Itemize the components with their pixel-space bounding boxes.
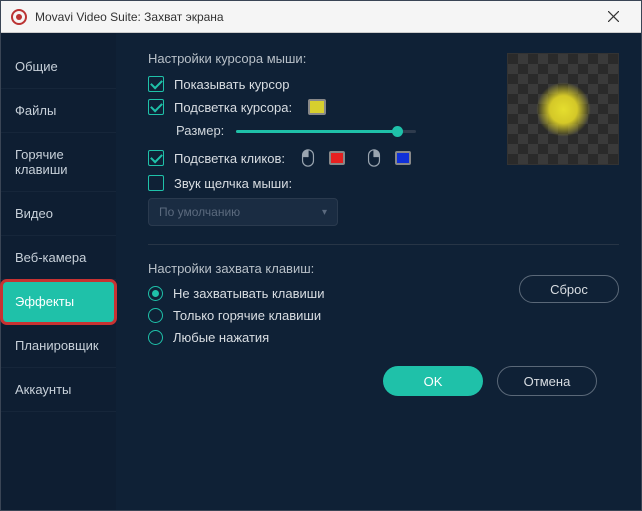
click-sound-checkbox[interactable] [148,175,164,191]
footer: OK Отмена [148,352,619,410]
sidebar-item-label: Эффекты [15,294,74,309]
sidebar-item-scheduler[interactable]: Планировщик [1,324,116,368]
cursor-highlight-color-swatch[interactable] [308,99,326,115]
show-cursor-label: Показывать курсор [174,77,290,92]
sidebar-item-label: Файлы [15,103,56,118]
close-button[interactable] [593,2,633,32]
slider-thumb[interactable] [392,126,403,137]
sidebar-item-video[interactable]: Видео [1,192,116,236]
cancel-button[interactable]: Отмена [497,366,597,396]
ok-button-label: OK [424,374,443,389]
titlebar: Movavi Video Suite: Захват экрана [1,1,641,33]
chevron-down-icon: ▾ [322,207,327,218]
keys-section-title: Настройки захвата клавиш: [148,261,619,276]
reset-button-label: Сброс [550,282,588,297]
keys-radio-none[interactable] [148,286,163,301]
sidebar-item-files[interactable]: Файлы [1,89,116,133]
cursor-preview [507,53,619,165]
sidebar-item-accounts[interactable]: Аккаунты [1,368,116,412]
click-highlight-label: Подсветка кликов: [174,151,285,166]
ok-button[interactable]: OK [383,366,483,396]
window-title: Movavi Video Suite: Захват экрана [35,10,593,24]
cancel-button-label: Отмена [524,374,571,389]
keys-radio-none-label: Не захватывать клавиши [173,286,324,301]
main-panel: Настройки курсора мыши: Показывать курсо… [116,33,641,510]
sidebar-item-webcam[interactable]: Веб-камера [1,236,116,280]
sidebar-item-label: Общие [15,59,58,74]
divider [148,244,619,245]
sidebar-item-label: Видео [15,206,53,221]
app-logo-icon [11,9,27,25]
click-sound-label: Звук щелчка мыши: [174,176,292,191]
sidebar-item-label: Планировщик [15,338,99,353]
show-cursor-checkbox[interactable] [148,76,164,92]
mouse-right-icon [365,148,383,168]
sidebar-item-label: Аккаунты [15,382,71,397]
mouse-left-icon [299,148,317,168]
sidebar: Общие Файлы Горячие клавиши Видео Веб-ка… [1,33,116,510]
keys-radio-any[interactable] [148,330,163,345]
slider-fill [236,130,398,133]
cursor-highlight-checkbox[interactable] [148,99,164,115]
sound-dropdown[interactable]: По умолчанию ▾ [148,198,338,226]
click-highlight-checkbox[interactable] [148,150,164,166]
cursor-preview-glow [536,82,591,137]
content-area: Общие Файлы Горячие клавиши Видео Веб-ка… [1,33,641,510]
size-slider[interactable] [236,124,416,138]
sidebar-item-label: Горячие клавиши [15,147,68,177]
keys-radio-hotkeys[interactable] [148,308,163,323]
left-click-color-swatch[interactable] [329,151,345,165]
sound-dropdown-value: По умолчанию [159,205,240,219]
size-label: Размер: [176,123,224,138]
keys-radio-hotkeys-label: Только горячие клавиши [173,308,321,323]
keys-radio-any-label: Любые нажатия [173,330,269,345]
settings-window: Movavi Video Suite: Захват экрана Общие … [0,0,642,511]
sidebar-item-label: Веб-камера [15,250,86,265]
sidebar-item-hotkeys[interactable]: Горячие клавиши [1,133,116,192]
close-icon [608,11,619,22]
right-click-color-swatch[interactable] [395,151,411,165]
sidebar-item-general[interactable]: Общие [1,45,116,89]
cursor-highlight-label: Подсветка курсора: [174,100,292,115]
reset-button[interactable]: Сброс [519,275,619,303]
sidebar-item-effects[interactable]: Эффекты [1,280,116,324]
